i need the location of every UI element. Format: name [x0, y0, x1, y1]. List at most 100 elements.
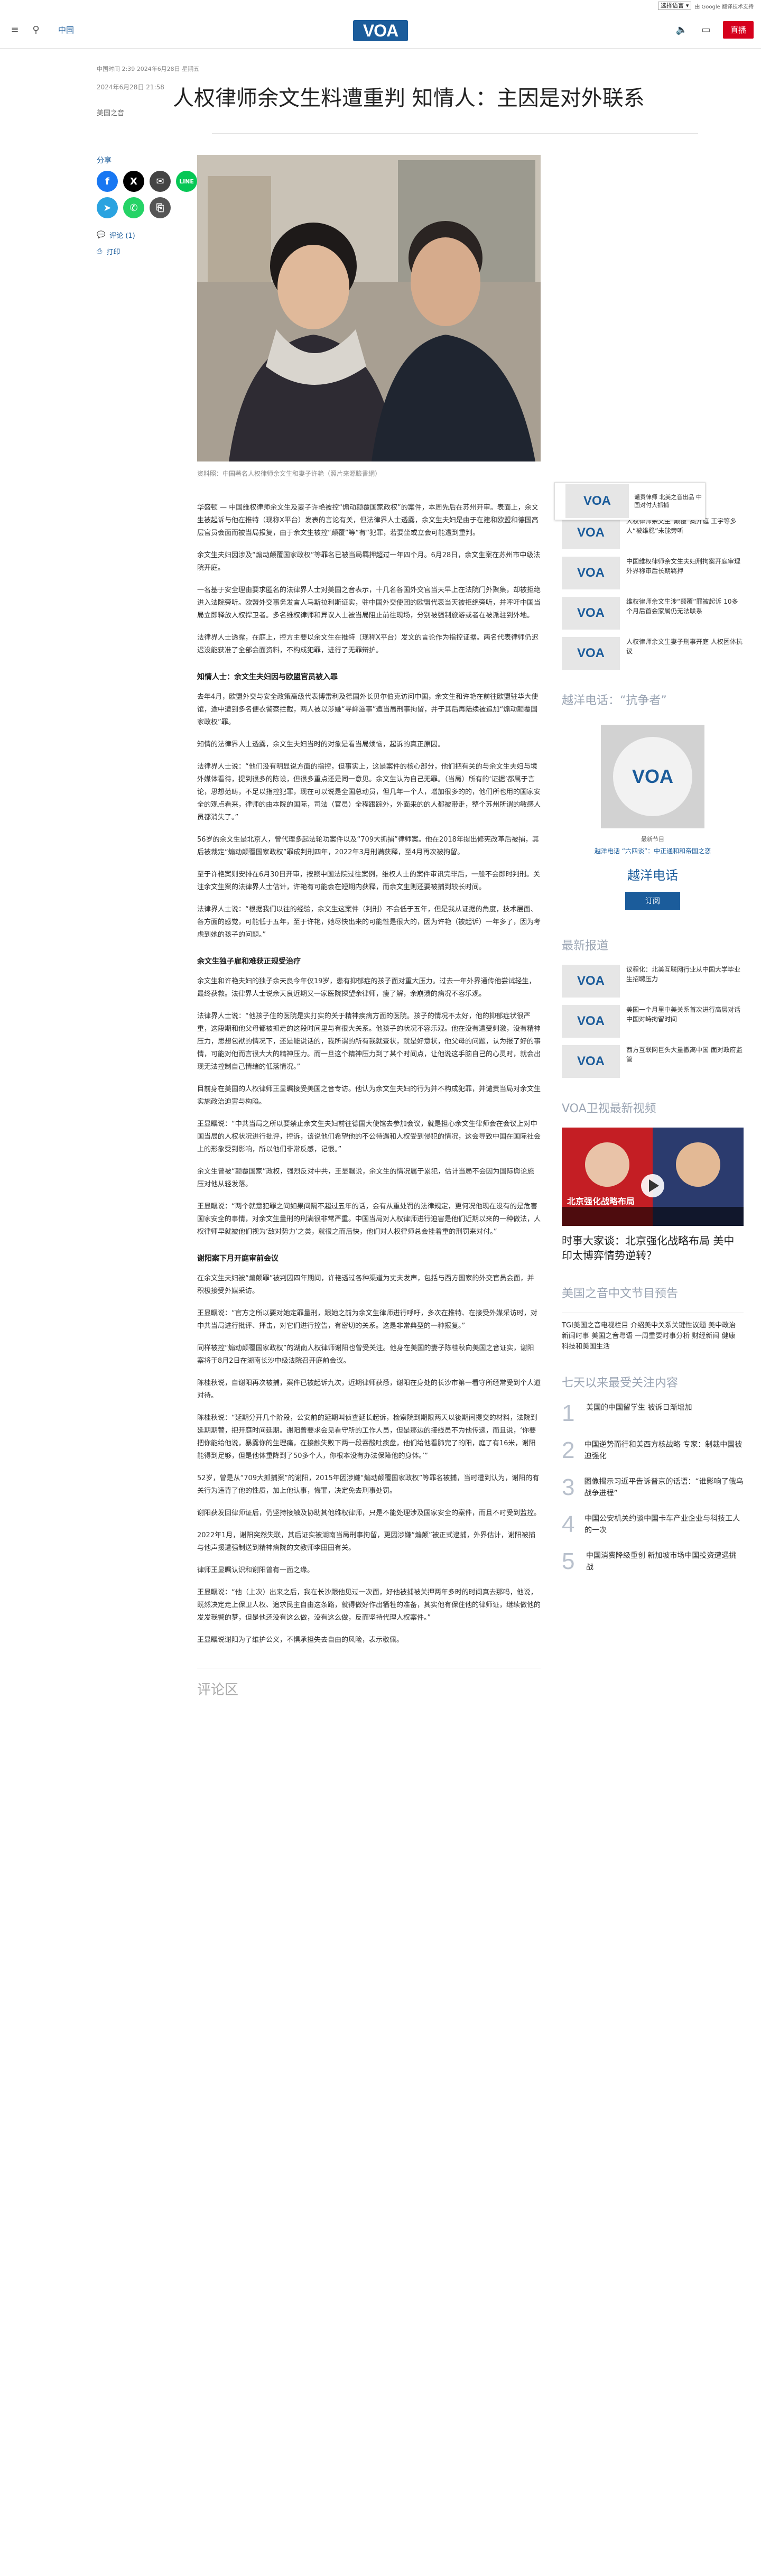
list-item[interactable]: VOA 美国一个月里中美关系首次进行高层对话 中国对峙拘留时间 [562, 1005, 744, 1038]
paragraph: 法律界人士说：“他孩子住的医院是实打实的关于精神疾病方面的医院。孩子的情况不太好… [197, 1012, 541, 1071]
podcast-episode-link[interactable]: 越洋电话 “六四谈”：中正通和和帝国之恋 [562, 846, 744, 855]
ranking-item[interactable]: 2 中国逆势而行和美西方核战略 专家：制裁中国被迫强化 [562, 1439, 744, 1462]
list-item-title: 西方互联网巨头大量撤离中国 面对政府监管 [626, 1046, 743, 1063]
paragraph: 王显瞩说：“中共当局之所以要禁止余文生夫妇前往德国大使馆去参加会议，就是担心余文… [197, 1120, 541, 1153]
rank-number: 4 [562, 1511, 575, 1537]
comments-link[interactable]: 💬 评论 (1) [97, 230, 197, 240]
article-photo[interactable] [197, 155, 541, 461]
ranking-item[interactable]: 3 图像揭示习近平告诉普京的话语：“谁影响了俄乌战争进程” [562, 1476, 744, 1499]
thumbnail: VOA [562, 1045, 620, 1078]
search-icon[interactable]: ⚲ [29, 23, 43, 38]
thumbnail: VOA [562, 1005, 620, 1038]
paragraph: 法律界人士透露，在庭上，控方主要以余文生在推特（现称X平台）发文的言论作为指控证… [197, 634, 539, 654]
list-item-title: 维权律师余文生涉“颠覆”罪被起诉 10多个月后首会家属仍无法联系 [626, 598, 738, 615]
publish-date: 2024年6月28日 21:58 [97, 84, 164, 91]
menu-icon[interactable]: ≡ [7, 23, 22, 38]
video-title[interactable]: 时事大家谈：北京强化战略布局 美中印太博弈情势逆转？ [562, 1233, 744, 1263]
paragraph: 余文生和许艳夫妇的独子余天良今年仅19岁，患有抑郁症的孩子面对重大压力。过去一年… [197, 977, 536, 998]
video-icon[interactable]: ▭ [699, 23, 713, 38]
ranking-item[interactable]: 1 美国的中国留学生 被诉日渐增加 [562, 1402, 744, 1425]
schedule-heading[interactable]: 美国之音中文节目预告 [562, 1284, 744, 1301]
print-link[interactable]: ⎙ 打印 [97, 246, 197, 256]
paragraph: 王显瞩说：“两个就意犯罪之间如果间隔不超过五年的话，会有从重处罚的法律规定，更何… [197, 1203, 541, 1236]
section-link-china[interactable]: 中国 [58, 24, 74, 35]
list-item-title: 美国一个月里中美关系首次进行高层对话 中国对峙拘留时间 [626, 1006, 741, 1023]
comment-icon: 💬 [97, 231, 106, 239]
latest-section: 最新报道 VOA 议程化：北美互联网行业从中国大学毕业生招聘压力 VOA 美国一个月里… [562, 936, 744, 1078]
ranking-heading: 七天以来最受关注内容 [562, 1377, 679, 1390]
paragraph: 52岁，曾是从“709大抓捕案”的谢阳，2015年因涉嫌“煽动颠覆国家政权”等罪… [197, 1474, 540, 1495]
paragraph: 56岁的余文生是北京人，曾代理多起法轮功案件以及“709大抓捕”律师案。他在20… [197, 836, 539, 856]
podcast-title[interactable]: 越洋电话 [562, 865, 744, 883]
right-sidebar: 相关内容 VOA人权律师余文生“颠覆”案开庭 王宇等多人“被维稳”未能旁听VOA… [562, 155, 744, 1698]
section-heading: 知情人士：余文生夫妇因与欧盟官员被入罪 [197, 673, 338, 681]
photo-caption: 资料照：中国著名人权律师余文生和妻子许艳（照片来源臉書網） [197, 470, 382, 477]
paragraph: 知情的法律界人士透露，余文生夫妇当时的对象是看当局烦恼，起诉的真正原因。 [197, 741, 445, 749]
paragraph: 2022年1月，谢阳突然失联，其后证实被湖南当局刑事拘留，更因涉嫌“煽颠”被正式… [197, 1531, 535, 1552]
email-icon[interactable]: ✉ [150, 171, 171, 192]
paragraph: 同样被控“煽动颠覆国家政权”的湖南人权律师谢阳也曾受关注。他身在美国的妻子陈桂秋… [197, 1344, 534, 1365]
site-header: ≡ ⚲ 中国 VOA 🔈 ▭ 直播 [0, 12, 761, 49]
language-select[interactable]: 选择语言 ▾ [657, 2, 692, 10]
chevron-down-icon: ▾ [685, 2, 689, 9]
schedule-text: TGI美国之音电视栏目 介绍美中关系关键性议题 美中政治 新闻时事 美国之音粤语… [562, 1313, 744, 1352]
ranking-item[interactable]: 4 中国公安机关约谈中国卡车产业企业与科技工人的一次 [562, 1513, 744, 1536]
article-body: 资料照：中国著名人权律师余文生和妻子许艳（照片来源臉書網） 华盛顿 — 中国维权… [197, 155, 541, 1698]
paragraph: 法律界人士说：“根据我们以往的经验，余文生这案件（判刑）不会低于五年，但是我从证… [197, 906, 541, 939]
facebook-icon[interactable]: f [97, 171, 118, 192]
print-icon: ⎙ [97, 247, 103, 255]
thumbnail: VOA [562, 557, 620, 589]
rank-title: 图像揭示习近平告诉普京的话语：“谁影响了俄乌战争进程” [584, 1478, 744, 1498]
latest-heading[interactable]: 最新报道 [562, 936, 744, 953]
language-select-label: 选择语言 [660, 2, 684, 9]
paragraph: 华盛顿 — 中国维权律师余文生及妻子许艳被控“煽动颠覆国家政权”的案件，本周先后… [197, 504, 539, 537]
podcast-heading[interactable]: 越洋电话：“抗争者” [562, 691, 744, 708]
live-button[interactable]: 直播 [722, 21, 754, 39]
voa-logo[interactable]: VOA [353, 20, 408, 41]
podcast-cover[interactable]: VOA [601, 725, 704, 828]
thumbnail: VOA [562, 965, 620, 998]
rank-title: 中国消费降级重创 新加坡市场中国投资遭遇挑战 [586, 1552, 737, 1572]
podcast-section: 越洋电话：“抗争者” VOA 最新节目 越洋电话 “六四谈”：中正通和和帝国之恋… [562, 691, 744, 915]
author-byline[interactable]: 美国之音 [97, 107, 173, 117]
subscribe-button[interactable]: 订阅 [625, 892, 680, 910]
paragraph: 王显瞩说：“官方之所以要对她定罪量刑，跟她之前为余文生律师进行呼吁，多次在推特、… [197, 1309, 537, 1330]
schedule-section: 美国之音中文节目预告 TGI美国之音电视栏目 介绍美中关系关键性议题 美中政治 … [562, 1284, 744, 1352]
dateline: 中国时间 2:39 2024年6月28日 星期五 [97, 66, 200, 72]
list-item[interactable]: VOA 人权律师余文生妻子刑事开庭 人权团体抗议 [562, 637, 744, 670]
x-icon[interactable]: X [123, 171, 144, 192]
comments-link-label: 评论 (1) [109, 232, 135, 240]
audio-icon[interactable]: 🔈 [674, 23, 689, 38]
paragraph: 王显瞩说谢阳为了维护公义，不惧承担失去自由的风险，表示敬佩。 [197, 1636, 404, 1644]
share-label: 分享 [97, 156, 112, 165]
video-player[interactable]: 北京强化战略布局 [562, 1128, 744, 1226]
page-title: 人权律师余文生料遭重判 知情人：主因是对外联系 [173, 86, 645, 110]
paragraph: 陈桂秋说，自谢阳再次被捕，案件已被起诉九次，近期律师获悉，谢阳在身处的长沙市第一… [197, 1379, 541, 1400]
paragraph: 至于许艳案则安排在6月30日开审，按照中国法院过往案例，维权人士的案件审讯完毕后… [197, 871, 540, 891]
translate-bar: 选择语言 ▾ 由 Google 翻译技术支持 [0, 0, 761, 12]
paragraph: 谢阳获发回律师证后，仍坚持接触及协助其他维权律师，只是不能处理涉及国家安全的案件… [197, 1509, 541, 1517]
list-item[interactable]: VOA 中国维权律师余文生夫妇刑拘案开庭审理 外界称审后长期羁押 [562, 557, 744, 589]
whatsapp-icon[interactable]: ✆ [123, 197, 144, 218]
video-heading[interactable]: VOA卫视最新视频 [562, 1099, 744, 1116]
list-item-title: 议程化：北美互联网行业从中国大学毕业生招聘压力 [626, 966, 741, 983]
list-item[interactable]: VOA 维权律师余文生涉“颠覆”罪被起诉 10多个月后首会家属仍无法联系 [562, 597, 744, 630]
line-icon[interactable]: LINE [176, 171, 197, 192]
sticky-thumb: VOA [565, 484, 629, 518]
telegram-icon[interactable]: ➤ [97, 197, 118, 218]
copy-link-icon[interactable]: ⎘ [150, 197, 171, 218]
sticky-promo[interactable]: VOA 谴责律师 北美之音出品 中国对付大抓捕 [554, 482, 706, 520]
ranking-item[interactable]: 5 中国消费降级重创 新加坡市场中国投资遭遇挑战 [562, 1550, 744, 1573]
section-heading: 谢阳案下月开庭审前会议 [197, 1254, 279, 1263]
list-item-title: 人权律师余文生妻子刑事开庭 人权团体抗议 [626, 638, 743, 655]
paragraph: 去年4月，欧盟外交与安全政策高级代表博雷利及德国外长贝尔伯克访问中国，余文生和许… [197, 693, 539, 726]
comments-section-heading: 评论区 [197, 1668, 541, 1698]
article-page: 中国时间 2:39 2024年6月28日 星期五 2024年6月28日 21:5… [55, 49, 744, 1698]
list-item[interactable]: VOA 议程化：北美互联网行业从中国大学毕业生招聘压力 [562, 965, 744, 998]
list-item[interactable]: VOA 人权律师余文生“颠覆”案开庭 王宇等多人“被维稳”未能旁听 [562, 516, 744, 549]
video-overlay-text: 北京强化战略布局 [567, 1196, 635, 1206]
rank-number: 1 [562, 1400, 575, 1426]
thumbnail: VOA [562, 597, 620, 630]
list-item[interactable]: VOA 西方互联网巨头大量撤离中国 面对政府监管 [562, 1045, 744, 1078]
rank-title: 中国逆势而行和美西方核战略 专家：制裁中国被迫强化 [584, 1441, 743, 1461]
